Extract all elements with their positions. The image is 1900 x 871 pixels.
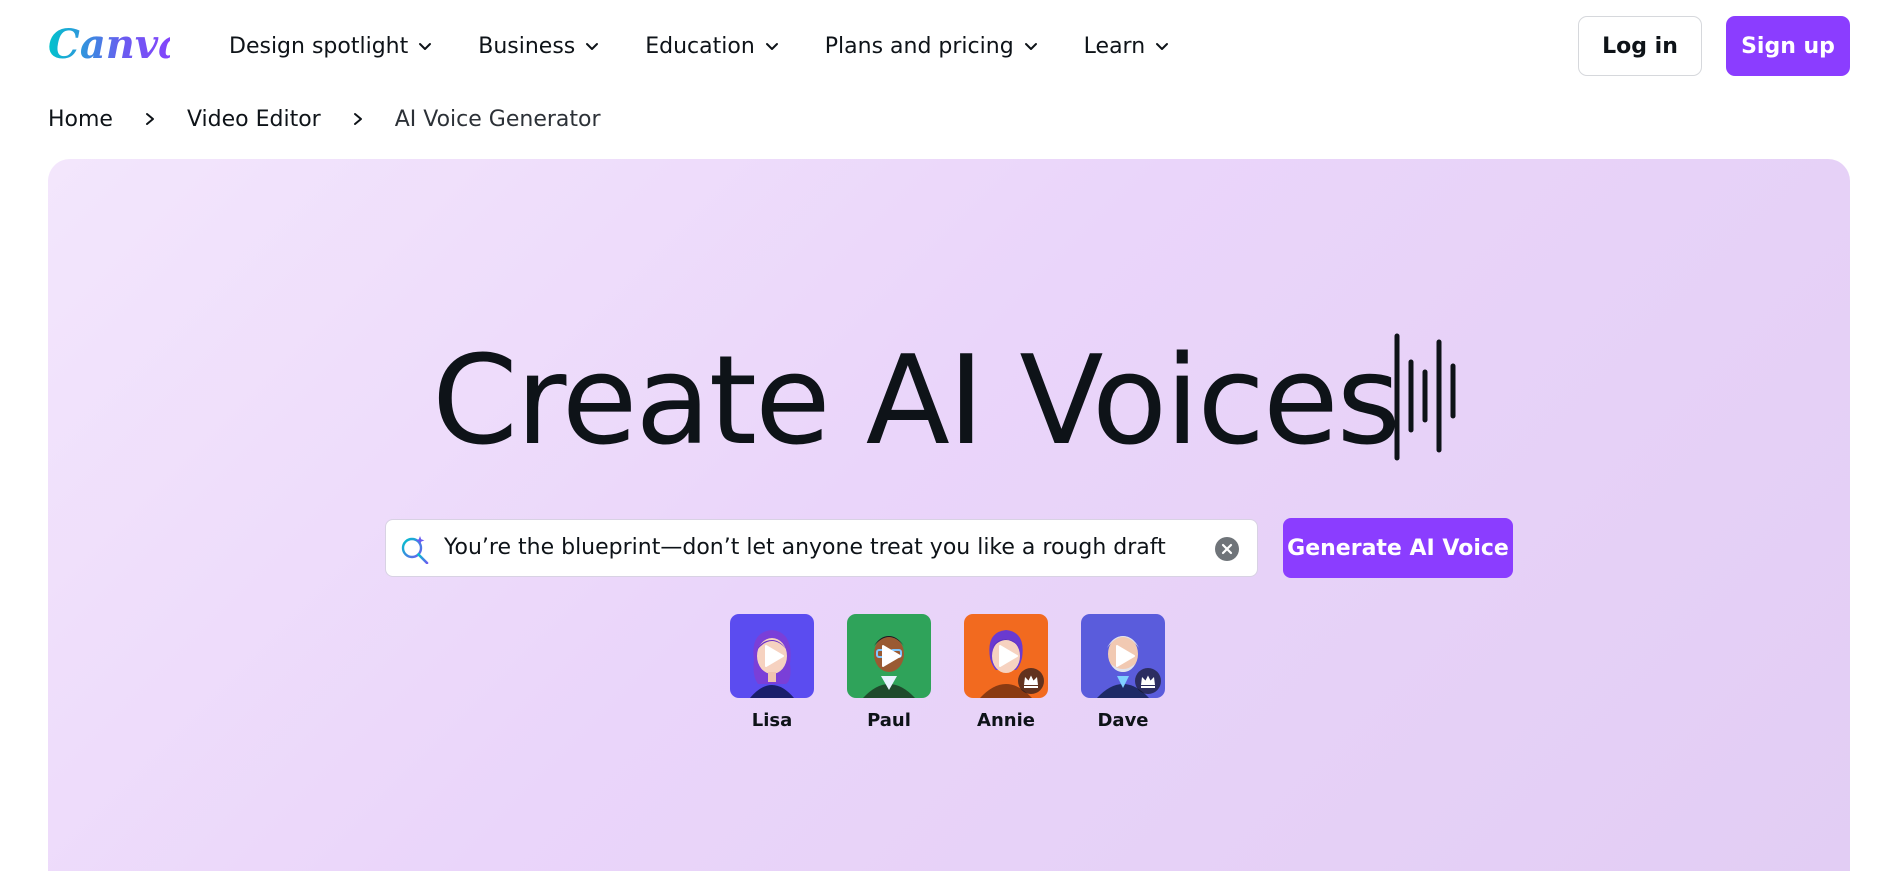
nav-label: Design spotlight (229, 33, 409, 59)
voice-option-lisa[interactable]: Lisa (730, 614, 814, 731)
nav-label: Education (645, 33, 755, 59)
generate-ai-voice-button[interactable]: Generate AI Voice (1283, 518, 1513, 578)
breadcrumb-video-editor[interactable]: Video Editor (187, 107, 321, 132)
breadcrumb-home[interactable]: Home (48, 107, 113, 132)
nav-education[interactable]: Education (645, 34, 779, 59)
nav-design-spotlight[interactable]: Design spotlight (229, 34, 432, 59)
chevron-down-icon (1024, 39, 1038, 53)
play-icon[interactable] (993, 642, 1021, 670)
voice-name: Lisa (751, 710, 793, 731)
chevron-right-icon (143, 112, 157, 126)
voice-name: Annie (977, 710, 1035, 731)
chevron-down-icon (1155, 39, 1169, 53)
avatar (847, 614, 931, 698)
play-icon[interactable] (759, 642, 787, 670)
nav-label: Business (478, 33, 576, 59)
nav-business[interactable]: Business (478, 34, 599, 59)
nav-plans-and-pricing[interactable]: Plans and pricing (825, 34, 1038, 59)
voice-option-annie[interactable]: Annie (964, 614, 1048, 731)
voice-name: Dave (1097, 710, 1149, 731)
voice-option-paul[interactable]: Paul (847, 614, 931, 731)
play-icon[interactable] (876, 642, 904, 670)
nav-label: Plans and pricing (824, 33, 1014, 59)
voice-text-value[interactable]: You’re the blueprint—don’t let anyone tr… (444, 520, 1166, 576)
svg-text:Canva: Canva (48, 21, 170, 68)
chevron-down-icon (765, 39, 779, 53)
breadcrumb-ai-voice-generator: AI Voice Generator (394, 106, 601, 132)
clear-icon[interactable] (1215, 537, 1239, 561)
sign-up-button[interactable]: Sign up (1726, 16, 1850, 76)
hero-title: Create AI Voices (432, 330, 1401, 473)
avatar (964, 614, 1048, 698)
chevron-down-icon (585, 39, 599, 53)
nav-label: Learn (1083, 33, 1146, 59)
avatar (1081, 614, 1165, 698)
avatar (730, 614, 814, 698)
hero-title-row: Create AI Voices (48, 332, 1850, 472)
voice-name: Paul (867, 710, 911, 731)
audio-wave-icon (1392, 332, 1468, 462)
log-in-button[interactable]: Log in (1578, 16, 1702, 76)
breadcrumb: Home Video Editor AI Voice Generator (48, 104, 601, 134)
site-header: Canva Design spotlight Business Educatio… (0, 0, 1900, 92)
chevron-right-icon (351, 112, 365, 126)
canva-logo[interactable]: Canva (46, 18, 170, 70)
crown-icon (1018, 668, 1044, 694)
nav-learn[interactable]: Learn (1084, 34, 1170, 59)
voice-text-input[interactable]: You’re the blueprint—don’t let anyone tr… (385, 519, 1258, 577)
main-nav: Design spotlight Business Education Plan… (229, 26, 1215, 66)
play-icon[interactable] (1110, 642, 1138, 670)
magic-search-icon (400, 534, 430, 564)
hero-section: Create AI Voices You’re the blueprint—do… (48, 159, 1850, 871)
chevron-down-icon (418, 39, 432, 53)
voice-option-dave[interactable]: Dave (1081, 614, 1165, 731)
crown-icon (1135, 668, 1161, 694)
